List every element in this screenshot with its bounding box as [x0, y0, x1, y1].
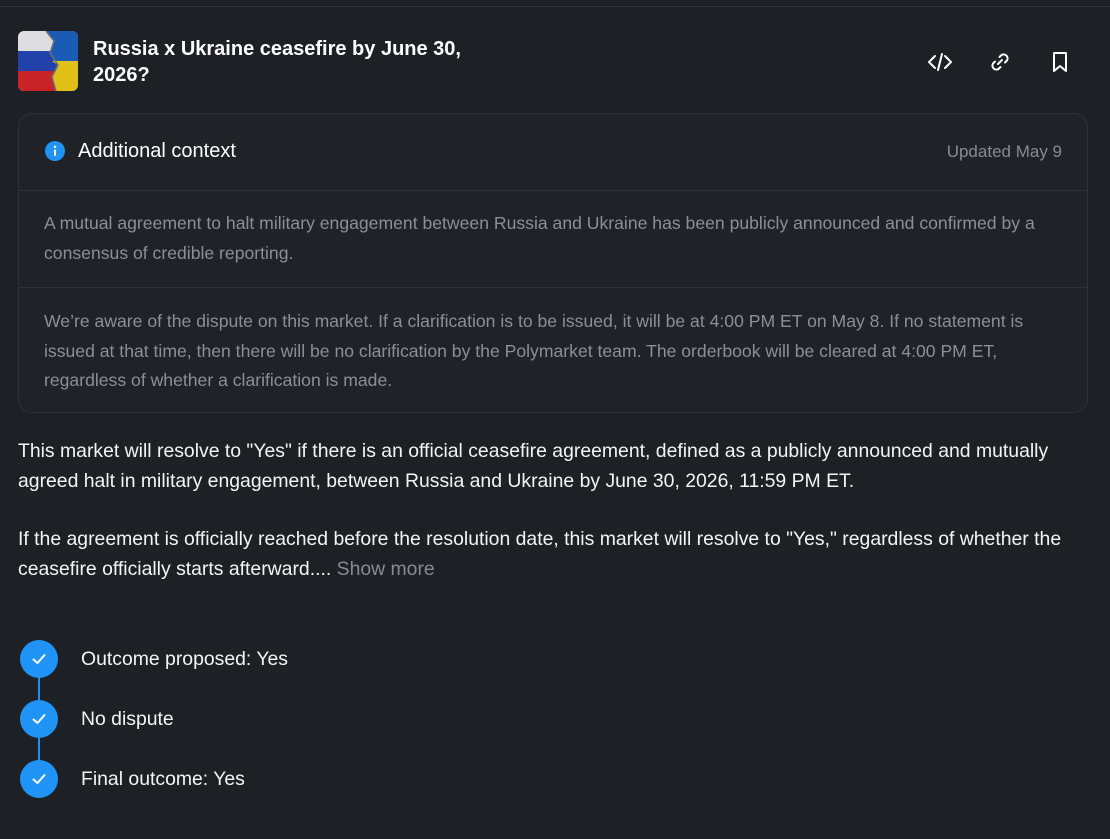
timeline-step-label: No dispute: [81, 708, 174, 730]
embed-button[interactable]: [922, 44, 958, 80]
top-divider: [0, 0, 1110, 7]
header-actions: [922, 44, 1078, 80]
timeline-step-label: Outcome proposed: Yes: [81, 648, 288, 670]
context-paragraph: A mutual agreement to halt military enga…: [19, 191, 1087, 288]
timeline-step: No dispute: [20, 700, 620, 738]
link-icon: [991, 53, 1009, 71]
rules-paragraph-text: If the agreement is officially reached b…: [18, 528, 1062, 580]
timeline-step-label: Final outcome: Yes: [81, 768, 245, 790]
russia-ukraine-flag-icon: [18, 31, 78, 91]
bookmark-icon: [1053, 52, 1067, 72]
market-title: Russia x Ukraine ceasefire by June 30, 2…: [93, 38, 461, 86]
copy-link-button[interactable]: [982, 44, 1018, 80]
timeline-step: Final outcome: Yes: [20, 760, 620, 798]
context-title: Additional context: [78, 140, 236, 162]
timeline-step: Outcome proposed: Yes: [20, 640, 620, 678]
context-updated-date: Updated May 9: [946, 142, 1062, 161]
check-icon: [20, 700, 58, 738]
rules-paragraph: If the agreement is officially reached b…: [18, 525, 1098, 584]
market-image: [18, 31, 78, 91]
info-icon: [45, 141, 65, 161]
rules-paragraph: This market will resolve to "Yes" if the…: [18, 440, 1049, 492]
additional-context-card: Additional context Updated May 9 A mutua…: [18, 113, 1088, 413]
market-rules-description: This market will resolve to "Yes" if the…: [18, 437, 1098, 584]
context-paragraph: We’re aware of the dispute on this marke…: [44, 311, 1024, 390]
check-icon: [20, 760, 58, 798]
market-header: Russia x Ukraine ceasefire by June 30, 2…: [18, 30, 1092, 92]
context-header: Additional context Updated May 9: [19, 114, 1087, 191]
show-more-link[interactable]: Show more: [337, 558, 435, 580]
check-icon: [20, 640, 58, 678]
resolution-timeline: Outcome proposed: Yes No dispute Final o…: [20, 640, 620, 800]
bookmark-button[interactable]: [1042, 44, 1078, 80]
code-embed-icon: [928, 53, 952, 71]
